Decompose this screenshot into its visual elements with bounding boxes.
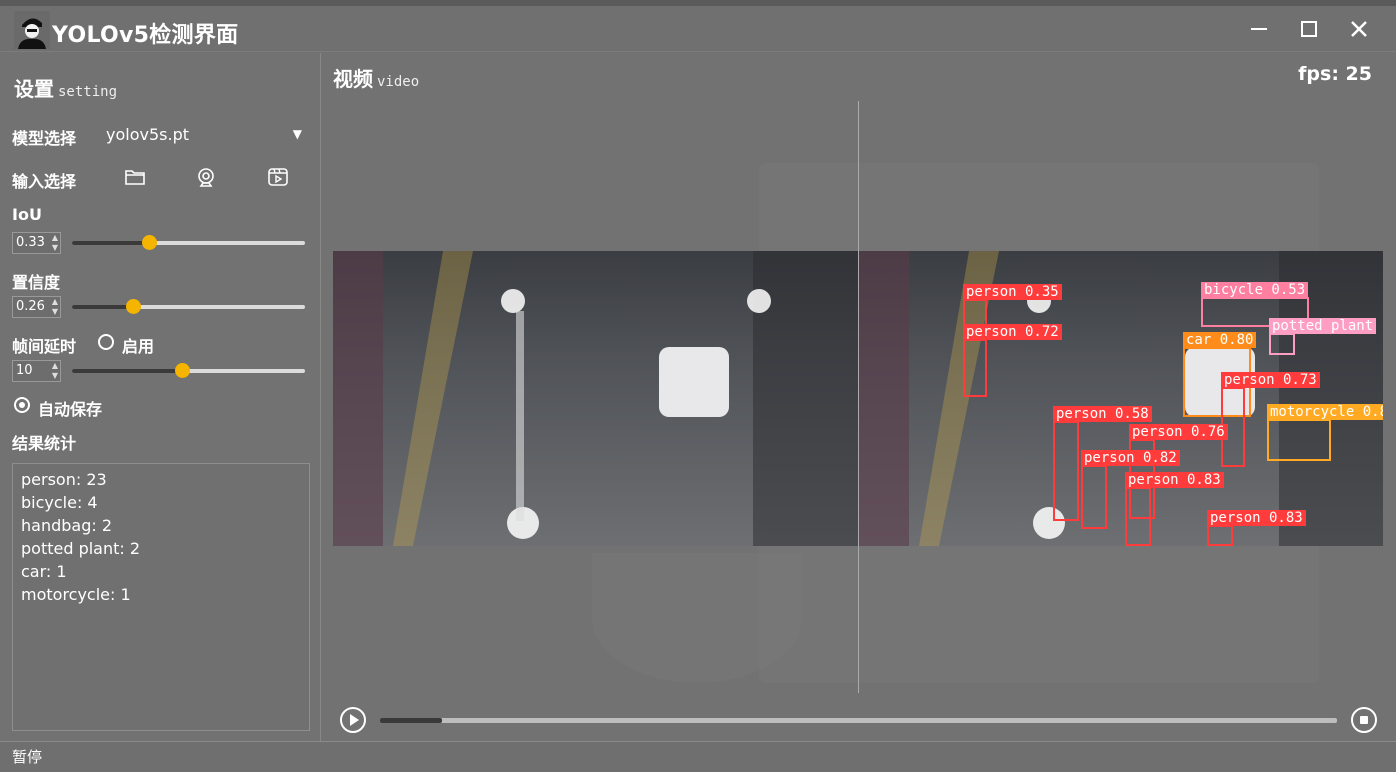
window-title: YOLOv5检测界面 — [52, 23, 239, 48]
confidence-slider-fill — [72, 305, 133, 309]
detection-label: person 0.73 — [1221, 372, 1320, 388]
delay-slider-handle[interactable] — [175, 363, 190, 378]
playback-controls — [322, 701, 1396, 741]
detection-label: person 0.82 — [1081, 450, 1180, 466]
chevron-down-icon: ▼ — [292, 127, 302, 141]
detection-box: potted plant — [1269, 318, 1377, 355]
settings-subtitle: setting — [58, 84, 118, 100]
street-scene-drawing — [333, 251, 858, 546]
fps-counter: fps: 25 — [1298, 63, 1372, 85]
delay-slider-fill — [72, 369, 182, 373]
detection-box: person 0.83 — [1125, 472, 1224, 546]
detection-box: person 0.58 — [1053, 406, 1152, 521]
confidence-label: 置信度 — [12, 273, 61, 292]
video-file-icon[interactable] — [266, 165, 290, 189]
detection-label: person 0.72 — [963, 324, 1062, 340]
stats-item: handbag: 2 — [21, 516, 113, 535]
video-subtitle: video — [377, 74, 420, 90]
folder-icon[interactable] — [123, 165, 147, 189]
settings-header: 设置 setting — [14, 73, 117, 102]
detection-label: person 0.83 — [1207, 510, 1306, 526]
stats-list[interactable]: person: 23 bicycle: 4 handbag: 2 potted … — [12, 463, 310, 731]
autosave-label: 自动保存 — [38, 400, 103, 419]
spin-arrows-icon[interactable]: ▲ ▼ — [52, 361, 58, 381]
autosave-radio[interactable] — [14, 397, 30, 413]
maximize-icon — [1301, 21, 1317, 37]
delay-slider[interactable] — [72, 363, 305, 378]
detection-box: person 0.82 — [1081, 450, 1180, 529]
model-select[interactable]: yolov5s.pt ▼ — [106, 125, 306, 147]
status-bar: 暂停 — [0, 741, 1396, 772]
iou-slider-fill — [72, 241, 149, 245]
play-button[interactable] — [340, 707, 366, 733]
close-icon — [1351, 21, 1367, 37]
stats-item: person: 23 — [21, 470, 107, 489]
original-video-frame — [333, 251, 858, 546]
frame-delay-label: 帧间延时 — [12, 337, 77, 356]
settings-title: 设置 — [14, 77, 54, 101]
delay-enable-label: 启用 — [122, 337, 155, 356]
confidence-spinbox[interactable]: 0.26 ▲ ▼ — [12, 296, 61, 318]
detection-label: person 0.35 — [963, 284, 1062, 300]
detection-label: person 0.76 — [1129, 424, 1228, 440]
iou-slider[interactable] — [72, 235, 305, 250]
confidence-slider-handle[interactable] — [126, 299, 141, 314]
detection-label: person 0.58 — [1053, 406, 1152, 422]
detection-box: person 0.83 — [1207, 510, 1306, 546]
app-window: YOLOv5检测界面 设置 setting 模型选择 yolov5s.pt ▼ 输… — [0, 0, 1396, 772]
delay-value: 10 — [16, 363, 33, 378]
stats-item: potted plant: 2 — [21, 539, 141, 558]
detection-label: bicycle 0.53 — [1201, 282, 1309, 298]
stats-item: bicycle: 4 — [21, 493, 98, 512]
progress-bar[interactable] — [380, 718, 1337, 723]
progress-fill — [380, 718, 443, 723]
detection-box: motorcycle 0.8 — [1267, 404, 1383, 461]
title-bar: YOLOv5检测界面 — [0, 6, 1396, 52]
model-label: 模型选择 — [12, 129, 77, 148]
confidence-slider[interactable] — [72, 299, 305, 314]
maximize-button[interactable] — [1292, 14, 1326, 44]
detection-box: person 0.72 — [963, 324, 1062, 397]
detection-label: motorcycle 0.8 — [1267, 404, 1383, 420]
spin-arrows-icon[interactable]: ▲ ▼ — [52, 297, 58, 317]
background-decoration — [592, 553, 802, 683]
delay-spinbox[interactable]: 10 ▲ ▼ — [12, 360, 61, 382]
iou-spinbox[interactable]: 0.33 ▲ ▼ — [12, 232, 61, 254]
stats-title: 结果统计 — [12, 434, 77, 453]
detection-label: person 0.83 — [1125, 472, 1224, 488]
stats-item: car: 1 — [21, 562, 67, 581]
close-button[interactable] — [1342, 14, 1376, 44]
minimize-button[interactable] — [1242, 14, 1276, 44]
detection-label: potted plant — [1269, 318, 1377, 334]
video-header: 视频 video — [333, 63, 419, 92]
video-panel: 视频 video fps: 25 person 0.35 person 0.72… — [322, 53, 1396, 741]
detection-label: car 0.80 — [1183, 332, 1257, 348]
iou-label: IoU — [12, 205, 42, 224]
confidence-value: 0.26 — [16, 299, 45, 314]
stats-item: motorcycle: 1 — [21, 585, 131, 604]
iou-slider-handle[interactable] — [142, 235, 157, 250]
iou-value: 0.33 — [16, 235, 45, 250]
settings-panel: 设置 setting 模型选择 yolov5s.pt ▼ 输入选择 IoU 0.3… — [0, 53, 321, 741]
avatar-logo-icon — [14, 11, 50, 49]
delay-enable-radio[interactable] — [98, 334, 114, 350]
spin-arrows-icon[interactable]: ▲ ▼ — [52, 233, 58, 253]
minimize-icon — [1251, 28, 1267, 30]
detection-video-frame: person 0.35 person 0.72 bicycle 0.53 car… — [859, 251, 1383, 546]
video-title: 视频 — [333, 67, 373, 91]
input-label: 输入选择 — [12, 172, 77, 191]
webcam-icon[interactable] — [194, 165, 218, 189]
model-select-value: yolov5s.pt — [106, 125, 189, 144]
status-text: 暂停 — [12, 748, 43, 766]
stop-button[interactable] — [1351, 707, 1377, 733]
